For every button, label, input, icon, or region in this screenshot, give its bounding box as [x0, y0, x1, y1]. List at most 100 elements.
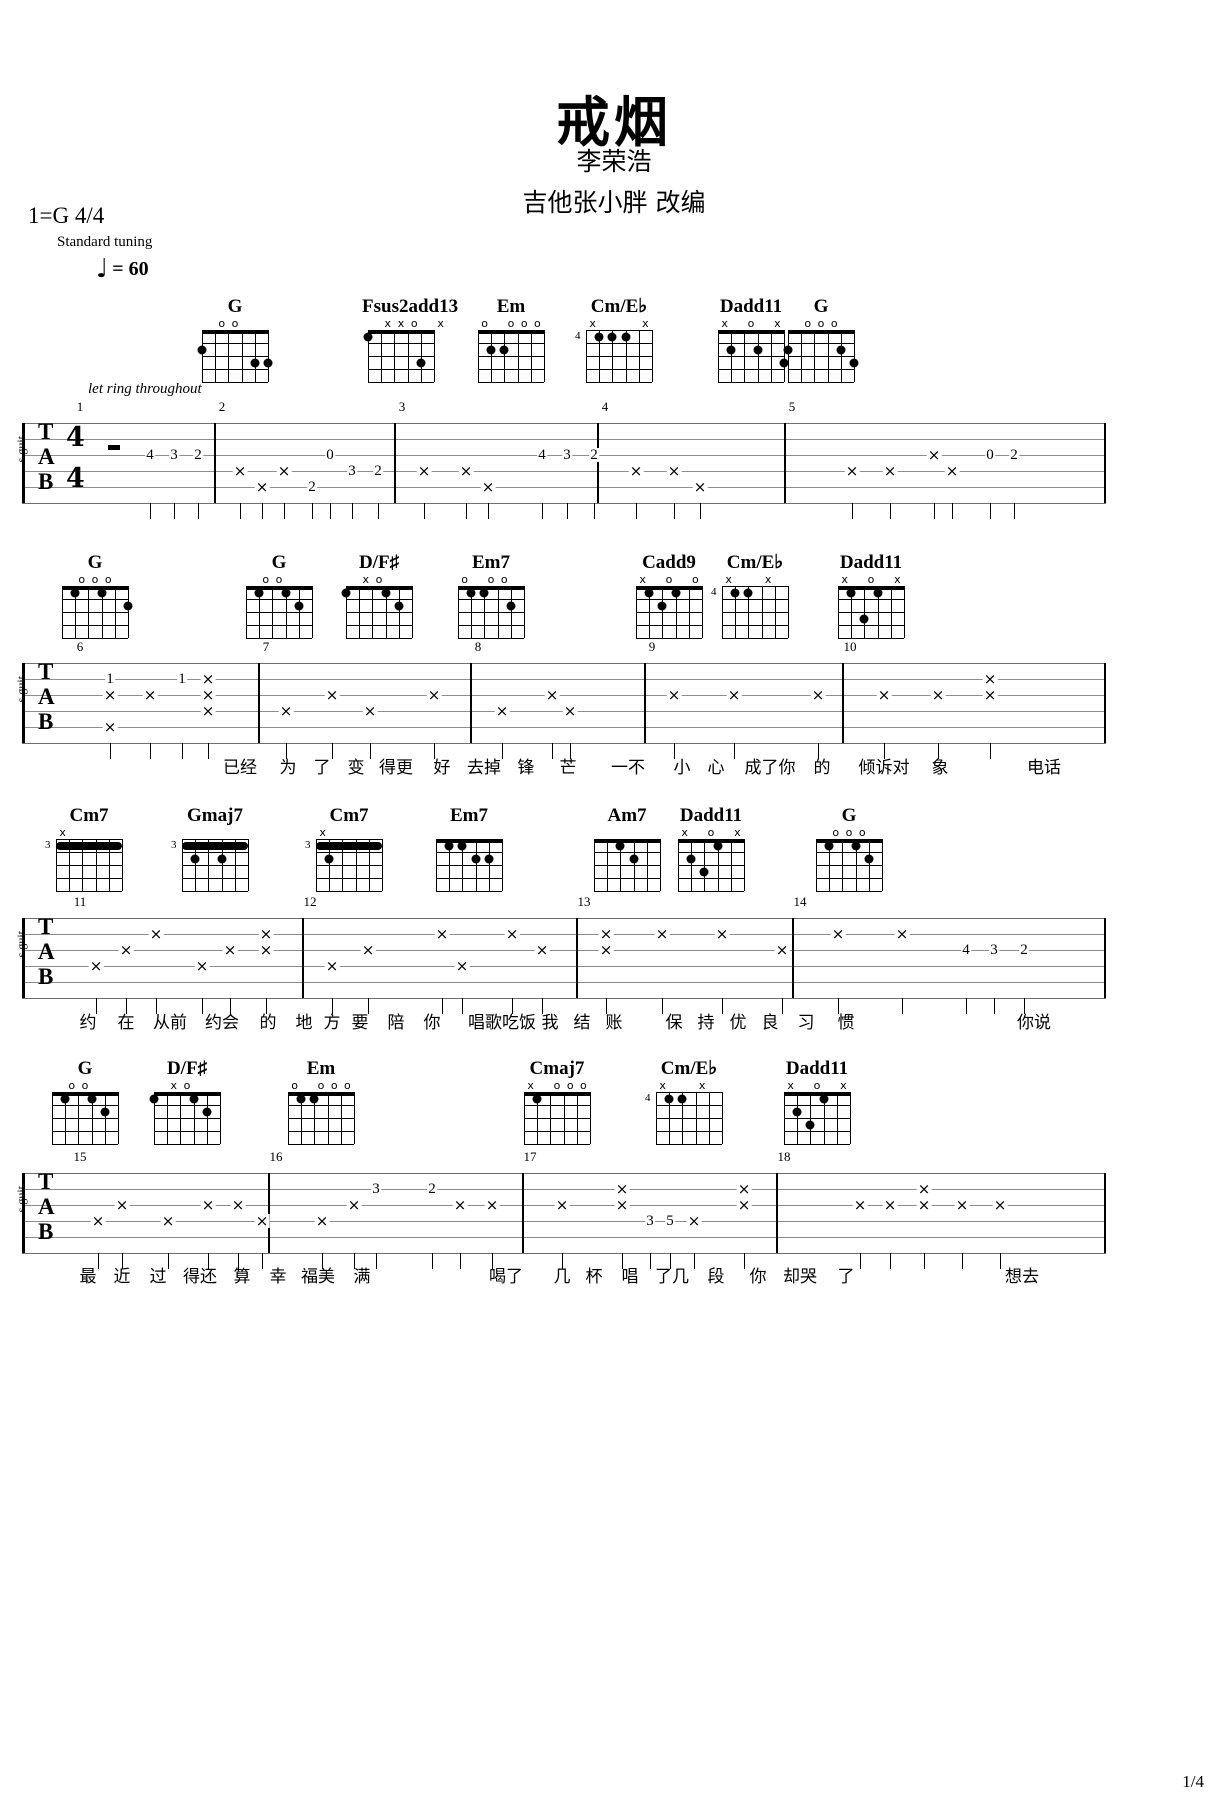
fret-line: [524, 1118, 590, 1119]
finger-dot: [60, 1094, 70, 1103]
mute-note: ×: [90, 1212, 106, 1230]
measure-number: 4: [601, 399, 609, 414]
mute-note: ×: [148, 925, 164, 943]
fret-line: [656, 1131, 722, 1132]
string-line: [660, 839, 661, 891]
finger-dot: [97, 588, 107, 597]
lyric-syllable: 优: [729, 1013, 747, 1033]
fret-line: [62, 612, 128, 613]
fret-line: [718, 343, 784, 344]
chord-diagram: Am7: [588, 805, 666, 892]
chord-name: Fsus2add13: [362, 296, 459, 317]
fret-line: [246, 638, 312, 639]
string-line: [850, 1092, 851, 1144]
lyric-syllable: 地: [295, 1013, 313, 1033]
open-string-icon: o: [832, 826, 840, 839]
finger-dot: [250, 358, 260, 367]
string-line: [354, 1092, 355, 1144]
fretboard-grid: [678, 839, 745, 892]
finger-dot: [281, 588, 291, 597]
mute-note: ×: [484, 1196, 500, 1214]
measure-number: 3: [398, 399, 406, 414]
fret-line: [52, 1105, 118, 1106]
lyric-syllable: 你: [423, 1013, 441, 1033]
open-string-icon: o: [375, 573, 383, 586]
lyric-syllable: 良: [761, 1013, 779, 1033]
tab-clef-letter: A: [38, 939, 55, 964]
mute-note: ×: [494, 702, 510, 720]
fret-line: [436, 852, 502, 853]
fret-line: [586, 382, 652, 383]
finger-dot: [753, 345, 763, 354]
tab-system: s.guit. T A B 4 4 1 2 3 4 5 4 3 2 × × × 2 0 3 2 × × × 4 3 2 × × × × × × ×…: [14, 399, 1106, 519]
note-stem: [424, 503, 426, 519]
fret-line: [478, 369, 544, 370]
fret-line: [202, 343, 268, 344]
note-stem: [352, 503, 354, 519]
muted-string-icon: x: [527, 1079, 534, 1092]
fret-line: [182, 891, 248, 892]
tab-clef-letter: A: [38, 444, 55, 469]
lyric-syllable: 账: [605, 1013, 623, 1033]
measure-number: 2: [218, 399, 226, 414]
barline: [842, 663, 844, 743]
finger-dot: [363, 332, 373, 341]
fretboard-grid: [478, 330, 545, 383]
open-string-icon: o: [91, 573, 99, 586]
chord-diagram: Fsus2add13 x x o x: [362, 296, 459, 383]
nut-line: [346, 586, 412, 590]
barline: [776, 1173, 778, 1253]
chord-diagram: Dadd11 x o x: [712, 296, 790, 383]
muted-string-icon: x: [319, 826, 326, 839]
barline: [470, 663, 472, 743]
finger-dot: [859, 614, 869, 623]
fret-line: [594, 878, 660, 879]
finger-dot: [471, 854, 481, 863]
measure-number: 9: [648, 639, 656, 654]
mute-note: ×: [276, 462, 292, 480]
open-string-icon: o: [707, 826, 715, 839]
barline: [394, 423, 396, 503]
mute-note: ×: [774, 941, 790, 959]
open-string-markers: x: [50, 827, 128, 839]
chord-name: Cm7: [69, 805, 109, 826]
finger-dot: [824, 841, 834, 850]
key-signature: 1=G 4/4: [28, 203, 105, 228]
note-stem: [284, 503, 286, 519]
fret-line: [678, 865, 744, 866]
staff-line: [22, 663, 1106, 664]
chord-diagram: Dadd11 x o x: [672, 805, 750, 892]
note-stem: [240, 503, 242, 519]
staff-line: [22, 503, 1106, 504]
fret-line: [316, 852, 382, 853]
note-stem: [262, 503, 264, 519]
chord-diagram: Dadd11 x o x: [832, 552, 910, 639]
open-string-markers: ooo: [810, 827, 888, 839]
fret-line: [56, 852, 122, 853]
finger-dot: [381, 588, 391, 597]
chord-diagram: Em7 o o o: [452, 552, 530, 639]
fret-line: [316, 878, 382, 879]
string-line: [118, 1092, 119, 1144]
muted-string-icon: x: [894, 573, 901, 586]
lyric-syllable: 成了你: [744, 758, 796, 778]
string-line: [502, 839, 503, 891]
finger-dot: [686, 854, 696, 863]
fret-line: [636, 625, 702, 626]
string-line: [882, 839, 883, 891]
measure-number: 6: [76, 639, 84, 654]
note-stem: [567, 503, 569, 519]
finger-dot: [466, 588, 476, 597]
fret-line: [722, 599, 788, 600]
string-line: [128, 586, 129, 638]
open-string-icon: o: [665, 573, 673, 586]
barline: [258, 663, 260, 743]
finger-dot: [309, 1094, 319, 1103]
fret-line: [656, 1144, 722, 1145]
staff-line: [22, 727, 1106, 728]
lyric-syllable: 几: [553, 1267, 571, 1287]
chord-name: Gmaj7: [187, 805, 243, 826]
open-string-icon: o: [317, 1079, 325, 1092]
string-line: [434, 330, 435, 382]
chord-name: Cm/E♭: [590, 296, 648, 317]
